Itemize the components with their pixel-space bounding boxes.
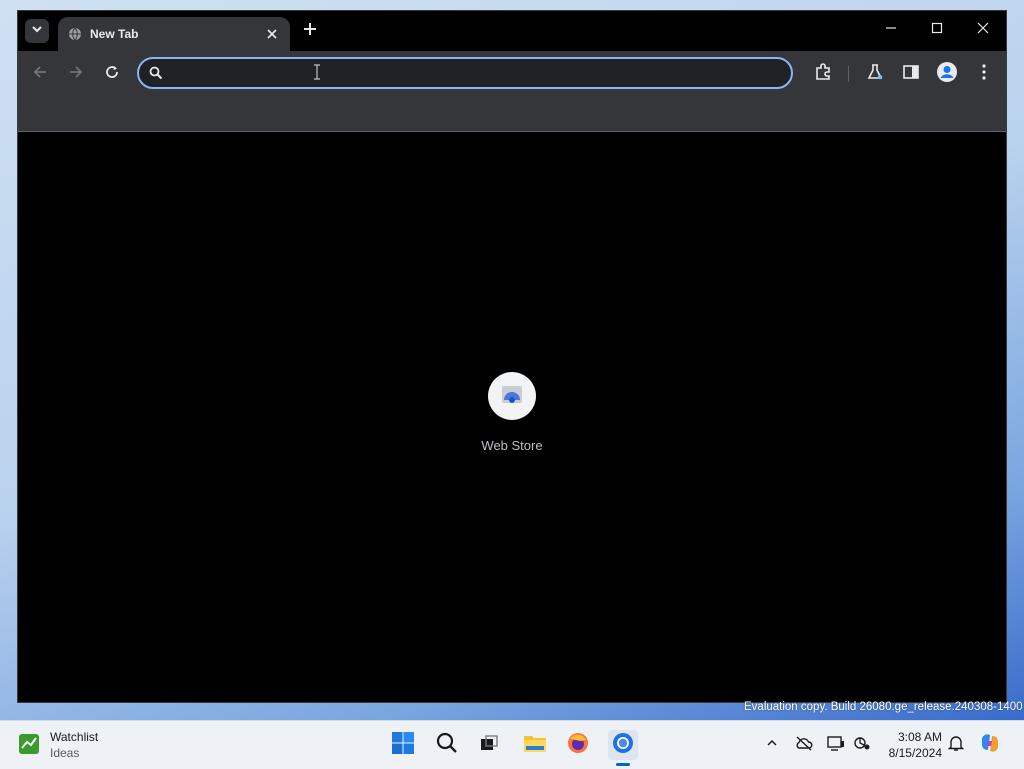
- address-input[interactable]: [173, 64, 777, 84]
- tab-strip: New Tab: [18, 11, 1006, 51]
- evaluation-watermark: Evaluation copy. Build 26080.ge_release.…: [744, 701, 1023, 713]
- task-view-icon: [479, 733, 499, 758]
- location-icon: [853, 735, 871, 756]
- copilot-button[interactable]: [980, 733, 1000, 755]
- arrow-right-icon: [69, 65, 83, 84]
- clock[interactable]: 3:08 AM 8/15/2024: [880, 729, 942, 761]
- arrow-left-icon: [33, 65, 47, 84]
- shortcut-icon-container: [488, 372, 536, 420]
- display-button[interactable]: [826, 735, 846, 755]
- stocks-icon: [18, 733, 40, 755]
- firefox-icon: [566, 731, 590, 760]
- reload-button[interactable]: [101, 63, 123, 85]
- reload-icon: [105, 65, 119, 84]
- search-button[interactable]: [432, 730, 462, 760]
- web-store-icon: [501, 383, 523, 410]
- task-view-button[interactable]: [474, 730, 504, 760]
- desktop-background: [0, 0, 18, 720]
- cloud-offline-icon: [795, 735, 813, 756]
- menu-button[interactable]: [973, 63, 995, 85]
- onedrive-button[interactable]: [794, 735, 814, 755]
- browser-toolbar: [18, 51, 1006, 96]
- bookmarks-bar: [18, 96, 1006, 132]
- taskbar: Watchlist Ideas 3:08 AM 8/15/2024: [0, 720, 1024, 769]
- widgets-button[interactable]: Watchlist Ideas: [18, 729, 178, 763]
- minimize-icon: [885, 21, 897, 39]
- chrome-button[interactable]: [608, 730, 638, 760]
- extensions-icon: [814, 62, 832, 86]
- new-tab-page: Web Store: [18, 132, 1006, 702]
- start-icon: [391, 731, 415, 760]
- extensions-button[interactable]: [812, 62, 834, 86]
- maximize-icon: [931, 21, 943, 39]
- chevron-up-icon: [766, 736, 778, 754]
- shortcut-web-store[interactable]: Web Store: [462, 372, 562, 462]
- toolbar-separator: [848, 66, 849, 82]
- forward-button[interactable]: [65, 63, 87, 85]
- globe-icon: [68, 27, 82, 46]
- display-icon: [827, 735, 845, 756]
- chevron-down-icon: [31, 22, 43, 40]
- back-button[interactable]: [29, 63, 51, 85]
- search-icon: [149, 66, 163, 85]
- side-panel-button[interactable]: [900, 63, 922, 85]
- shortcut-label: Web Store: [481, 438, 543, 453]
- maximize-button[interactable]: [922, 19, 952, 41]
- clock-date: 8/15/2024: [888, 746, 942, 760]
- notifications-button[interactable]: [946, 735, 966, 755]
- address-bar[interactable]: [137, 57, 793, 89]
- network-button[interactable]: [852, 735, 872, 755]
- file-explorer-icon: [523, 732, 547, 759]
- copilot-icon: [979, 732, 1001, 759]
- show-hidden-icons-button[interactable]: [762, 735, 782, 755]
- active-app-indicator: [616, 763, 630, 766]
- tab-search-button[interactable]: [25, 19, 49, 43]
- chrome-icon: [611, 731, 635, 760]
- file-explorer-button[interactable]: [520, 730, 550, 760]
- tab-title: New Tab: [90, 27, 139, 41]
- profile-button[interactable]: [936, 61, 958, 88]
- tab-close-button[interactable]: [264, 26, 280, 42]
- side-panel-icon: [902, 63, 920, 86]
- new-tab-button[interactable]: [300, 21, 320, 41]
- firefox-button[interactable]: [563, 730, 593, 760]
- tab-new-tab[interactable]: New Tab: [58, 17, 290, 51]
- close-icon: [977, 21, 989, 39]
- clock-time: 3:08 AM: [897, 730, 942, 744]
- start-button[interactable]: [388, 730, 418, 760]
- browser-window: New Tab Web Store: [18, 11, 1006, 702]
- menu-icon: [981, 63, 987, 86]
- close-window-button[interactable]: [968, 19, 998, 41]
- widget-subtitle: Ideas: [50, 746, 80, 760]
- labs-icon: [866, 63, 884, 86]
- profile-icon: [936, 61, 958, 88]
- widget-title: Watchlist: [50, 730, 99, 744]
- labs-button[interactable]: [864, 63, 886, 85]
- search-icon: [436, 732, 458, 759]
- notifications-icon: [947, 734, 965, 757]
- text-cursor-icon: [312, 64, 322, 85]
- minimize-button[interactable]: [876, 19, 906, 41]
- plus-icon: [303, 22, 317, 41]
